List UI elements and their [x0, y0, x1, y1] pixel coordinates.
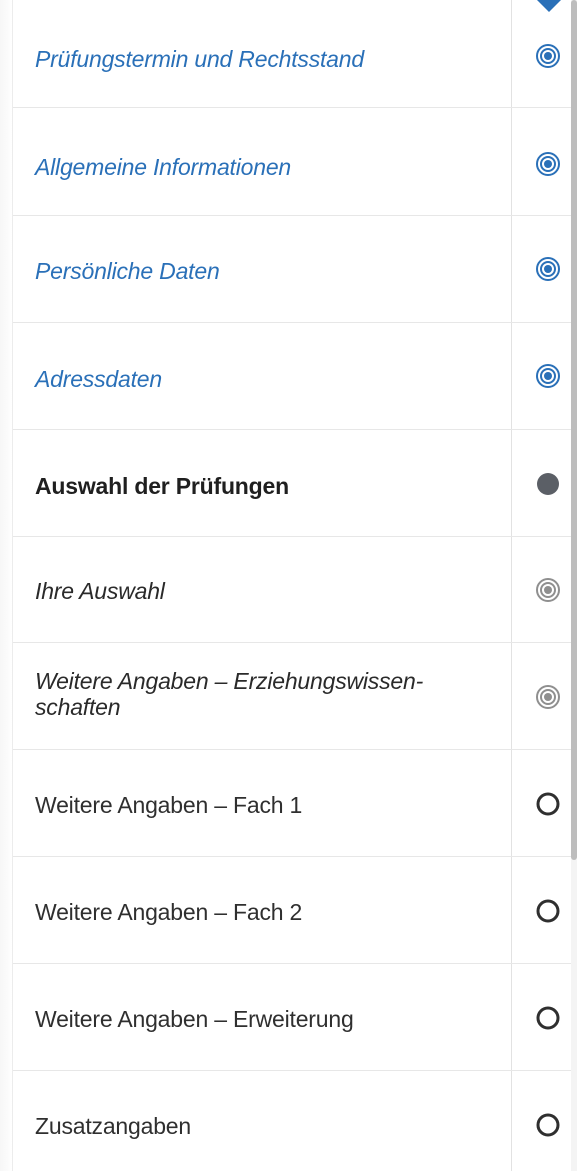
step-item-auswahl-der-pruefungen[interactable]: Auswahl der Prüfungen	[13, 430, 573, 537]
step-label-auswahl-der-pruefungen: Auswahl der Prüfungen	[35, 473, 289, 499]
empty-circle-icon	[536, 1113, 560, 1137]
step-label-adressdaten: Adressdaten	[35, 366, 162, 392]
step-label-zusatzangaben: Zusatzangaben	[35, 1113, 191, 1139]
step-item-fach-2[interactable]: Weitere Angaben – Fach 2	[13, 857, 573, 964]
empty-circle-icon	[536, 1006, 560, 1030]
step-navigation: Prüfungstermin und Rechtsstand Allgemein…	[12, 0, 573, 1171]
target-icon	[536, 578, 560, 602]
step-item-erweiterung[interactable]: Weitere Angaben – Erweiterung	[13, 964, 573, 1071]
target-icon	[536, 44, 560, 68]
step-item-persoenliche-daten[interactable]: Persönliche Daten	[13, 216, 573, 323]
step-label-line-2: schaften	[35, 694, 121, 720]
step-label-ihre-auswahl: Ihre Auswahl	[35, 578, 165, 604]
step-navigation-frame: Prüfungstermin und Rechtsstand Allgemein…	[0, 0, 577, 1171]
empty-circle-icon	[536, 792, 560, 816]
step-label-fach-1: Weitere Angaben – Fach 1	[35, 792, 303, 818]
step-item-ihre-auswahl[interactable]: Ihre Auswahl	[13, 537, 573, 643]
step-item-adressdaten[interactable]: Adressdaten	[13, 323, 573, 430]
step-label-line-1: Weitere Angaben – Erziehungswissen-	[35, 668, 424, 694]
scrollbar-thumb[interactable]	[571, 0, 577, 860]
step-label-fach-2: Weitere Angaben – Fach 2	[35, 899, 303, 925]
step-label-pruefungstermin: Prüfungstermin und Rechtsstand	[35, 46, 364, 72]
target-icon	[536, 152, 560, 176]
left-gutter	[0, 0, 12, 1171]
step-item-pruefungstermin[interactable]: Prüfungstermin und Rechtsstand	[13, 0, 573, 108]
step-item-fach-1[interactable]: Weitere Angaben – Fach 1	[13, 750, 573, 857]
target-icon	[536, 257, 560, 281]
step-label-persoenliche-daten: Persönliche Daten	[35, 258, 220, 284]
step-item-zusatzangaben[interactable]: Zusatzangaben	[13, 1071, 573, 1171]
step-item-allgemeine-informationen[interactable]: Allgemeine Informationen	[13, 108, 573, 216]
step-item-erziehungswissenschaften[interactable]: Weitere Angaben – Erziehungswissen- scha…	[13, 643, 573, 750]
target-icon	[536, 685, 560, 709]
step-label-allgemeine-informationen: Allgemeine Informationen	[35, 154, 292, 180]
empty-circle-icon	[536, 899, 560, 923]
target-icon	[536, 364, 560, 388]
filled-circle-icon	[537, 473, 559, 495]
step-label-erweiterung: Weitere Angaben – Erweiterung	[35, 1006, 354, 1032]
step-label-erziehungswissenschaften: Weitere Angaben – Erziehungswissen- scha…	[35, 668, 495, 720]
